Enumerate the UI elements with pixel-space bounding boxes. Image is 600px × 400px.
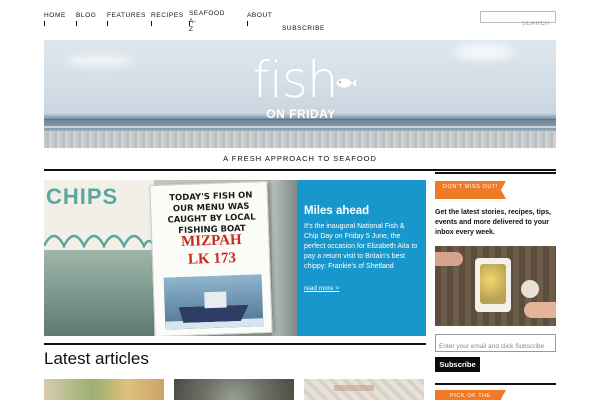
search-input[interactable] bbox=[481, 19, 555, 29]
nav-divider bbox=[247, 21, 248, 26]
read-more-link[interactable]: read more > bbox=[304, 285, 339, 292]
feature-summary: It's the inaugural National Fish & Chip … bbox=[304, 223, 418, 270]
cup bbox=[521, 280, 539, 298]
fish-dish bbox=[480, 264, 506, 304]
divider bbox=[44, 343, 426, 345]
menu-board: TODAY'S FISH ON OUR MENU WAS CAUGHT BY L… bbox=[149, 180, 273, 336]
hand bbox=[435, 252, 463, 266]
nav-label: HOME bbox=[44, 12, 66, 19]
latest-articles-heading: Latest articles bbox=[44, 349, 149, 368]
nav-divider bbox=[76, 21, 77, 26]
wave-foam bbox=[44, 126, 556, 128]
nav-label: SUBSCRIBE bbox=[282, 25, 325, 32]
boat-registration: LK 173 bbox=[187, 250, 237, 268]
background bbox=[272, 180, 297, 336]
featured-image[interactable]: CHIPS TODAY'S FISH ON OUR MENU WAS CAUGH… bbox=[44, 180, 297, 336]
site-logo[interactable]: fish ON FRIDAY bbox=[44, 55, 556, 121]
featured-article[interactable]: CHIPS TODAY'S FISH ON OUR MENU WAS CAUGH… bbox=[44, 180, 426, 336]
nav-divider bbox=[189, 21, 190, 26]
feature-panel: Miles ahead It's the inaugural National … bbox=[297, 180, 426, 336]
nav-label: SEAFOOD A- bbox=[189, 10, 225, 25]
article-thumbnail[interactable] bbox=[44, 379, 164, 400]
hero-banner[interactable]: fish ON FRIDAY bbox=[44, 40, 556, 148]
logo-subtitle: ON FRIDAY bbox=[266, 107, 336, 121]
nav-item-recipes[interactable]: RECIPES bbox=[151, 12, 184, 26]
wave-decoration-icon bbox=[44, 234, 154, 248]
newsletter-image bbox=[435, 246, 556, 326]
nav-divider bbox=[107, 21, 108, 26]
beach-pebbles bbox=[44, 132, 556, 148]
newsletter-email-field[interactable] bbox=[436, 338, 555, 355]
nav-item-subscribe[interactable]: SUBSCRIBE bbox=[282, 25, 325, 33]
hand bbox=[524, 302, 556, 318]
pick-of-the-badge: PICK OF THE bbox=[435, 390, 506, 400]
nav-item-about[interactable]: ABOUT bbox=[247, 12, 272, 26]
divider bbox=[435, 172, 556, 174]
newsletter-copy: Get the latest stories, recipes, tips, e… bbox=[435, 209, 551, 236]
nav-item-blog[interactable]: BLOG bbox=[76, 12, 96, 26]
boat-photo bbox=[163, 274, 264, 330]
article-thumbnail[interactable] bbox=[174, 379, 294, 400]
logo-wordmark: fish bbox=[252, 51, 338, 109]
article-thumbnail[interactable] bbox=[304, 379, 424, 400]
nav-divider bbox=[44, 21, 45, 26]
newsletter-email-wrapper bbox=[435, 334, 556, 355]
nav-label-continued: Z bbox=[189, 26, 194, 33]
feature-title[interactable]: Miles ahead bbox=[304, 205, 419, 217]
tagline-bar: A FRESH APPROACH TO SEAFOOD bbox=[44, 149, 556, 171]
divider bbox=[435, 383, 556, 385]
boat-cabin bbox=[204, 291, 227, 309]
nav-label: ABOUT bbox=[247, 12, 273, 19]
nav-label: BLOG bbox=[76, 12, 97, 19]
nav-label: FEATURES bbox=[107, 12, 146, 19]
counter bbox=[44, 250, 154, 336]
search-box bbox=[480, 11, 556, 29]
nav-label: RECIPES bbox=[151, 12, 184, 19]
nav-item-features[interactable]: FEATURES bbox=[107, 12, 146, 26]
nav-item-seafood-a-z[interactable]: SEAFOOD A- Z bbox=[189, 10, 233, 34]
chips-sign-text: CHIPS bbox=[46, 184, 119, 209]
site-tagline: A FRESH APPROACH TO SEAFOOD bbox=[223, 154, 377, 163]
nav-divider bbox=[151, 21, 152, 26]
chips-wall: CHIPS bbox=[44, 180, 154, 336]
fish-logo-icon bbox=[336, 78, 356, 88]
boat-name: MIZPAH LK 173 bbox=[158, 230, 265, 270]
dont-miss-out-badge: DON'T MISS OUT! bbox=[435, 181, 506, 199]
subscribe-button[interactable]: Subscribe bbox=[435, 357, 480, 372]
nav-item-home[interactable]: HOME bbox=[44, 12, 66, 26]
